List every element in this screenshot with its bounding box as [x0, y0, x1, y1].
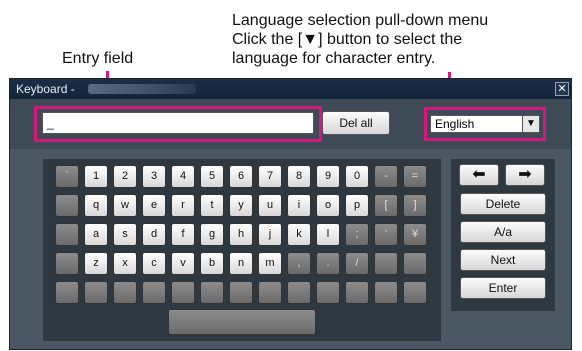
key-row2-5[interactable]: t [200, 194, 224, 217]
key-row3-6[interactable]: h [229, 223, 253, 246]
key-row5-12[interactable] [403, 281, 427, 304]
key-row1-1[interactable]: 1 [84, 165, 108, 188]
key-row3-11[interactable]: ' [374, 223, 398, 246]
key-row3-3[interactable]: d [142, 223, 166, 246]
key-row4-2[interactable]: x [113, 252, 137, 275]
key-row5-3[interactable] [142, 281, 166, 304]
key-row2-11[interactable]: [ [374, 194, 398, 217]
callout-line-3: language for character entry. [232, 50, 436, 67]
key-row2-12[interactable]: ] [403, 194, 427, 217]
key-row5-5[interactable] [200, 281, 224, 304]
key-row3-7[interactable]: j [258, 223, 282, 246]
key-row4-7[interactable]: m [258, 252, 282, 275]
key-row1-7[interactable]: 7 [258, 165, 282, 188]
enter-button[interactable]: Enter [460, 277, 546, 299]
key-row1-8[interactable]: 8 [287, 165, 311, 188]
language-menu-callout: Language selection pull-down menu Click … [232, 11, 488, 68]
key-row4-9[interactable]: . [316, 252, 340, 275]
function-panel: ⬅ ➡ Delete A/a Next Enter [451, 159, 555, 311]
key-row2-7[interactable]: u [258, 194, 282, 217]
key-row2-4[interactable]: r [171, 194, 195, 217]
left-arrow-button[interactable]: ⬅ [459, 164, 499, 186]
key-row2-9[interactable]: o [316, 194, 340, 217]
key-row5-9[interactable] [316, 281, 340, 304]
right-arrow-button[interactable]: ➡ [505, 164, 545, 186]
del-all-button[interactable]: Del all [322, 111, 390, 135]
callout-line-1: Language selection pull-down menu [232, 12, 489, 29]
close-button[interactable]: ✕ [555, 82, 569, 96]
key-row3-2[interactable]: s [113, 223, 137, 246]
key-row5-1[interactable] [84, 281, 108, 304]
key-row4-8[interactable]: , [287, 252, 311, 275]
key-row1-3[interactable]: 3 [142, 165, 166, 188]
entry-field-highlight [34, 106, 322, 142]
key-row4-5[interactable]: b [200, 252, 224, 275]
key-row1-2[interactable]: 2 [113, 165, 137, 188]
key-row3-12[interactable]: ¥ [403, 223, 427, 246]
key-row4-4[interactable]: v [171, 252, 195, 275]
key-row5-6[interactable] [229, 281, 253, 304]
entry-field-callout: Entry field [62, 50, 134, 67]
key-row5-7[interactable] [258, 281, 282, 304]
right-arrow-icon: ➡ [518, 166, 532, 183]
key-row2-8[interactable]: i [287, 194, 311, 217]
key-row2-0[interactable] [55, 194, 79, 217]
key-row4-3[interactable]: c [142, 252, 166, 275]
key-row4-0[interactable] [55, 252, 79, 275]
key-row3-5[interactable]: g [200, 223, 224, 246]
key-row1-9[interactable]: 9 [316, 165, 340, 188]
key-row1-0[interactable]: ` [55, 165, 79, 188]
key-row1-10[interactable]: 0 [345, 165, 369, 188]
key-row5-2[interactable] [113, 281, 137, 304]
delete-button[interactable]: Delete [460, 193, 546, 215]
key-row5-4[interactable] [171, 281, 195, 304]
key-row2-1[interactable]: q [84, 194, 108, 217]
key-row1-12[interactable]: = [403, 165, 427, 188]
key-row4-12[interactable] [403, 252, 427, 275]
key-row2-3[interactable]: e [142, 194, 166, 217]
key-row3-10[interactable]: ; [345, 223, 369, 246]
key-row2-10[interactable]: p [345, 194, 369, 217]
key-row1-11[interactable]: - [374, 165, 398, 188]
key-row5-10[interactable] [345, 281, 369, 304]
redacted-title-text [88, 84, 196, 94]
key-row3-8[interactable]: k [287, 223, 311, 246]
key-row3-0[interactable] [55, 223, 79, 246]
key-row4-10[interactable]: / [345, 252, 369, 275]
key-row3-1[interactable]: a [84, 223, 108, 246]
left-arrow-icon: ⬅ [472, 166, 486, 183]
key-row5-0[interactable] [55, 281, 79, 304]
key-row1-5[interactable]: 5 [200, 165, 224, 188]
case-toggle-button[interactable]: A/a [460, 221, 546, 243]
key-row3-9[interactable]: l [316, 223, 340, 246]
key-row1-4[interactable]: 4 [171, 165, 195, 188]
callout-line-2: Click the [▼] button to select the [232, 31, 463, 48]
key-row4-11[interactable] [374, 252, 398, 275]
window-title: Keyboard - [16, 82, 75, 96]
key-row4-6[interactable]: n [229, 252, 253, 275]
key-row5-8[interactable] [287, 281, 311, 304]
key-row4-1[interactable]: z [84, 252, 108, 275]
key-row1-6[interactable]: 6 [229, 165, 253, 188]
key-row2-6[interactable]: y [229, 194, 253, 217]
next-button[interactable]: Next [460, 249, 546, 271]
space-key[interactable] [168, 309, 316, 335]
language-select-highlight [424, 107, 546, 141]
title-bar: Keyboard - ✕ [10, 79, 571, 99]
key-panel: ` 1 2 3 4 5 6 7 8 9 0- = q w e r t y u i o p[] a s d f g h j k l; ' ¥ z x c… [43, 159, 441, 341]
key-row3-4[interactable]: f [171, 223, 195, 246]
key-row5-11[interactable] [374, 281, 398, 304]
keyboard-window: Keyboard - ✕ _ Del all English ▼ ` 1 2 3 4 5 6… [9, 78, 572, 350]
key-row2-2[interactable]: w [113, 194, 137, 217]
